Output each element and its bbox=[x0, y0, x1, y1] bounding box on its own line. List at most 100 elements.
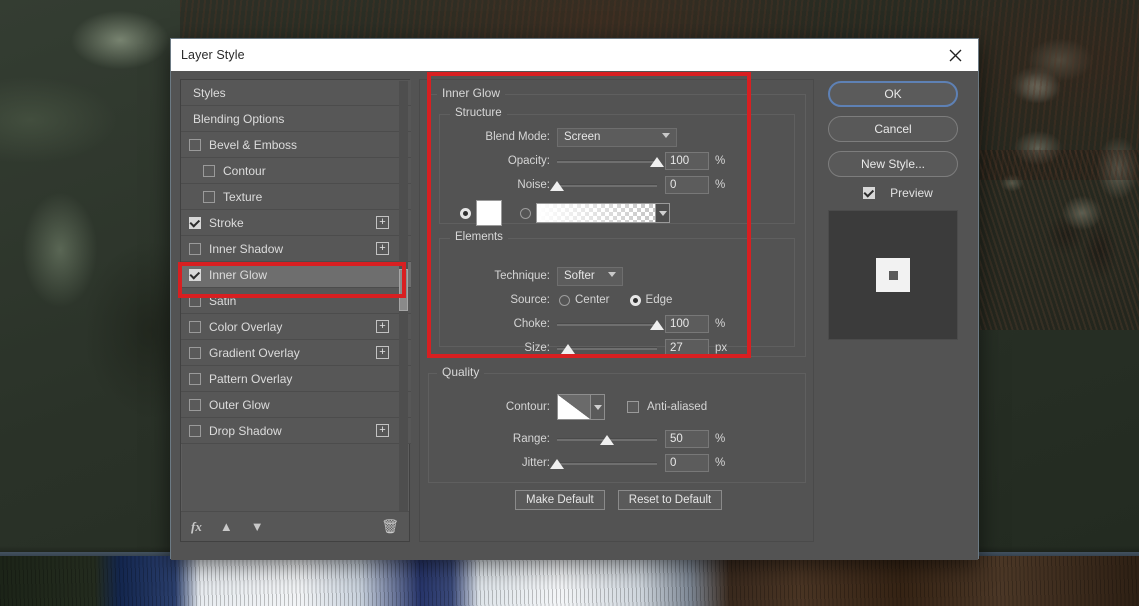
effect-checkbox[interactable] bbox=[189, 268, 201, 281]
add-effect-icon[interactable]: + bbox=[376, 216, 389, 229]
add-effect-icon[interactable]: + bbox=[376, 242, 389, 255]
desktop-background: Layer Style Styles Blending Options Bevel … bbox=[0, 0, 1139, 606]
slider-thumb[interactable] bbox=[650, 157, 664, 167]
style-row-inner-glow[interactable]: Inner Glow bbox=[181, 262, 411, 288]
close-icon[interactable] bbox=[932, 39, 978, 71]
blend-mode-select[interactable]: Screen bbox=[557, 127, 677, 147]
effect-checkbox[interactable] bbox=[189, 138, 201, 151]
style-row-blending-options[interactable]: Blending Options bbox=[181, 106, 411, 132]
slider-thumb[interactable] bbox=[600, 435, 614, 445]
slider-thumb[interactable] bbox=[550, 181, 564, 191]
range-slider[interactable] bbox=[557, 432, 657, 446]
slider-thumb[interactable] bbox=[650, 320, 664, 330]
chevron-down-icon[interactable] bbox=[591, 394, 605, 420]
style-row-styles[interactable]: Styles bbox=[181, 80, 411, 106]
style-row-contour[interactable]: Contour bbox=[181, 158, 411, 184]
noise-slider[interactable] bbox=[550, 178, 657, 192]
styles-panel: Styles Blending Options Bevel & Emboss Cont… bbox=[180, 79, 411, 542]
range-input[interactable]: 50 bbox=[665, 430, 709, 448]
blend-mode-row: Blend Mode: Screen bbox=[447, 127, 787, 147]
quality-legend: Quality bbox=[437, 365, 485, 379]
opacity-unit: % bbox=[715, 155, 726, 167]
technique-row: Technique: Softer bbox=[447, 266, 787, 286]
make-default-button[interactable]: Make Default bbox=[515, 490, 605, 510]
style-row-label: Styles bbox=[193, 85, 226, 100]
source-center-radio[interactable] bbox=[559, 294, 570, 306]
choke-unit: % bbox=[715, 318, 726, 330]
layer-style-dialog: Layer Style Styles Blending Options Bevel … bbox=[170, 38, 979, 560]
range-unit: % bbox=[715, 433, 726, 445]
effect-checkbox[interactable] bbox=[189, 320, 201, 333]
slider-thumb[interactable] bbox=[550, 459, 564, 469]
fx-icon[interactable]: fx bbox=[191, 519, 202, 535]
style-row-drop-shadow[interactable]: Drop Shadow + bbox=[181, 418, 411, 444]
style-row-inner-shadow[interactable]: Inner Shadow + bbox=[181, 236, 411, 262]
jitter-input[interactable]: 0 bbox=[665, 454, 709, 472]
choke-input[interactable]: 100 bbox=[665, 315, 709, 333]
reset-to-default-button[interactable]: Reset to Default bbox=[617, 490, 723, 510]
glow-gradient-radio[interactable] bbox=[520, 207, 531, 219]
ok-button[interactable]: OK bbox=[828, 81, 958, 107]
move-up-icon[interactable]: ▲ bbox=[220, 519, 233, 534]
blend-mode-label: Blend Mode: bbox=[485, 131, 550, 143]
style-row-bevel-emboss[interactable]: Bevel & Emboss bbox=[181, 132, 411, 158]
dialog-titlebar[interactable]: Layer Style bbox=[171, 39, 978, 71]
technique-select[interactable]: Softer bbox=[557, 266, 623, 286]
effect-checkbox[interactable] bbox=[189, 372, 201, 385]
scrollbar-thumb[interactable] bbox=[399, 269, 408, 311]
contour-preview[interactable] bbox=[557, 394, 591, 420]
slider-track bbox=[557, 160, 657, 163]
style-row-color-overlay[interactable]: Color Overlay + bbox=[181, 314, 411, 340]
style-row-label: Inner Glow bbox=[209, 267, 268, 282]
style-row-texture[interactable]: Texture bbox=[181, 184, 411, 210]
size-slider[interactable] bbox=[557, 341, 657, 355]
jitter-slider[interactable] bbox=[550, 456, 657, 470]
jitter-label: Jitter: bbox=[521, 457, 550, 469]
style-row-label: Blending Options bbox=[193, 111, 285, 126]
glow-color-swatch[interactable] bbox=[476, 200, 502, 226]
glow-color-radio[interactable] bbox=[460, 207, 471, 219]
noise-input[interactable]: 0 bbox=[665, 176, 709, 194]
style-row-satin[interactable]: Satin bbox=[181, 288, 411, 314]
effect-checkbox[interactable] bbox=[203, 190, 215, 203]
add-effect-icon[interactable]: + bbox=[376, 346, 389, 359]
preview-toggle-row: Preview bbox=[828, 186, 968, 200]
slider-track bbox=[557, 323, 657, 326]
effect-checkbox[interactable] bbox=[189, 346, 201, 359]
chevron-down-icon bbox=[608, 271, 616, 277]
effect-checkbox[interactable] bbox=[189, 294, 201, 307]
source-edge-radio[interactable] bbox=[629, 294, 641, 306]
style-row-label: Bevel & Emboss bbox=[209, 137, 298, 152]
new-style-button[interactable]: New Style... bbox=[828, 151, 958, 177]
source-center-label: Center bbox=[575, 294, 610, 306]
effect-checkbox[interactable] bbox=[189, 424, 201, 437]
add-effect-icon[interactable]: + bbox=[376, 424, 389, 437]
inner-glow-options-pane: Inner Glow Structure Blend Mode: Screen … bbox=[419, 79, 814, 542]
glow-gradient-swatch[interactable] bbox=[536, 203, 656, 223]
opacity-slider[interactable] bbox=[557, 154, 664, 168]
anti-aliased-checkbox[interactable] bbox=[627, 401, 639, 413]
size-input[interactable]: 27 bbox=[665, 339, 709, 357]
effect-checkbox[interactable] bbox=[189, 216, 201, 229]
cancel-button[interactable]: Cancel bbox=[828, 116, 958, 142]
effect-checkbox[interactable] bbox=[189, 242, 201, 255]
add-effect-icon[interactable]: + bbox=[376, 320, 389, 333]
style-row-pattern-overlay[interactable]: Pattern Overlay bbox=[181, 366, 411, 392]
style-row-gradient-overlay[interactable]: Gradient Overlay + bbox=[181, 340, 411, 366]
effect-checkbox[interactable] bbox=[189, 398, 201, 411]
styles-list-scrollbar[interactable] bbox=[399, 81, 408, 511]
style-row-label: Contour bbox=[223, 163, 266, 178]
trash-icon[interactable]: 🗑 bbox=[381, 518, 399, 535]
elements-legend: Elements bbox=[450, 231, 508, 243]
style-row-stroke[interactable]: Stroke + bbox=[181, 210, 411, 236]
move-down-icon[interactable]: ▼ bbox=[251, 519, 264, 534]
style-row-label: Inner Shadow bbox=[209, 241, 284, 256]
choke-slider[interactable] bbox=[557, 317, 664, 331]
style-row-outer-glow[interactable]: Outer Glow bbox=[181, 392, 411, 418]
preview-checkbox[interactable] bbox=[863, 187, 876, 199]
styles-list[interactable]: Styles Blending Options Bevel & Emboss Cont… bbox=[181, 80, 411, 512]
opacity-input[interactable]: 100 bbox=[665, 152, 709, 170]
slider-thumb[interactable] bbox=[561, 344, 575, 354]
chevron-down-icon[interactable] bbox=[656, 203, 670, 223]
effect-checkbox[interactable] bbox=[203, 164, 215, 177]
